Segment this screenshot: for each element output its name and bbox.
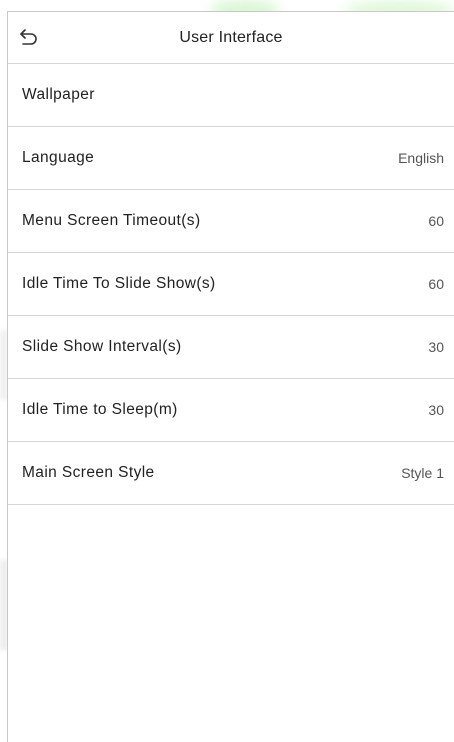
setting-value: English: [398, 150, 444, 166]
setting-value: 60: [428, 276, 444, 292]
setting-row-language[interactable]: Language English: [8, 127, 454, 190]
header-bar: User Interface: [8, 12, 454, 64]
setting-label: Slide Show Interval(s): [22, 338, 182, 355]
setting-label: Wallpaper: [22, 86, 95, 103]
setting-row-slide-show-interval[interactable]: Slide Show Interval(s) 30: [8, 316, 454, 379]
setting-value: 30: [428, 339, 444, 355]
settings-list: Wallpaper Language English Menu Screen T…: [8, 64, 454, 505]
setting-label: Menu Screen Timeout(s): [22, 212, 201, 229]
setting-label: Idle Time to Sleep(m): [22, 401, 178, 418]
setting-row-idle-time-sleep[interactable]: Idle Time to Sleep(m) 30: [8, 379, 454, 442]
page-title: User Interface: [179, 29, 283, 46]
setting-value: Style 1: [401, 465, 444, 481]
settings-screen: User Interface Wallpaper Language Englis…: [7, 11, 454, 742]
setting-label: Idle Time To Slide Show(s): [22, 275, 216, 292]
setting-label: Main Screen Style: [22, 464, 155, 481]
setting-row-wallpaper[interactable]: Wallpaper: [8, 64, 454, 127]
setting-value: 60: [428, 213, 444, 229]
setting-row-idle-time-slide-show[interactable]: Idle Time To Slide Show(s) 60: [8, 253, 454, 316]
setting-label: Language: [22, 149, 95, 166]
setting-value: 30: [428, 402, 444, 418]
setting-row-menu-screen-timeout[interactable]: Menu Screen Timeout(s) 60: [8, 190, 454, 253]
setting-row-main-screen-style[interactable]: Main Screen Style Style 1: [8, 442, 454, 505]
